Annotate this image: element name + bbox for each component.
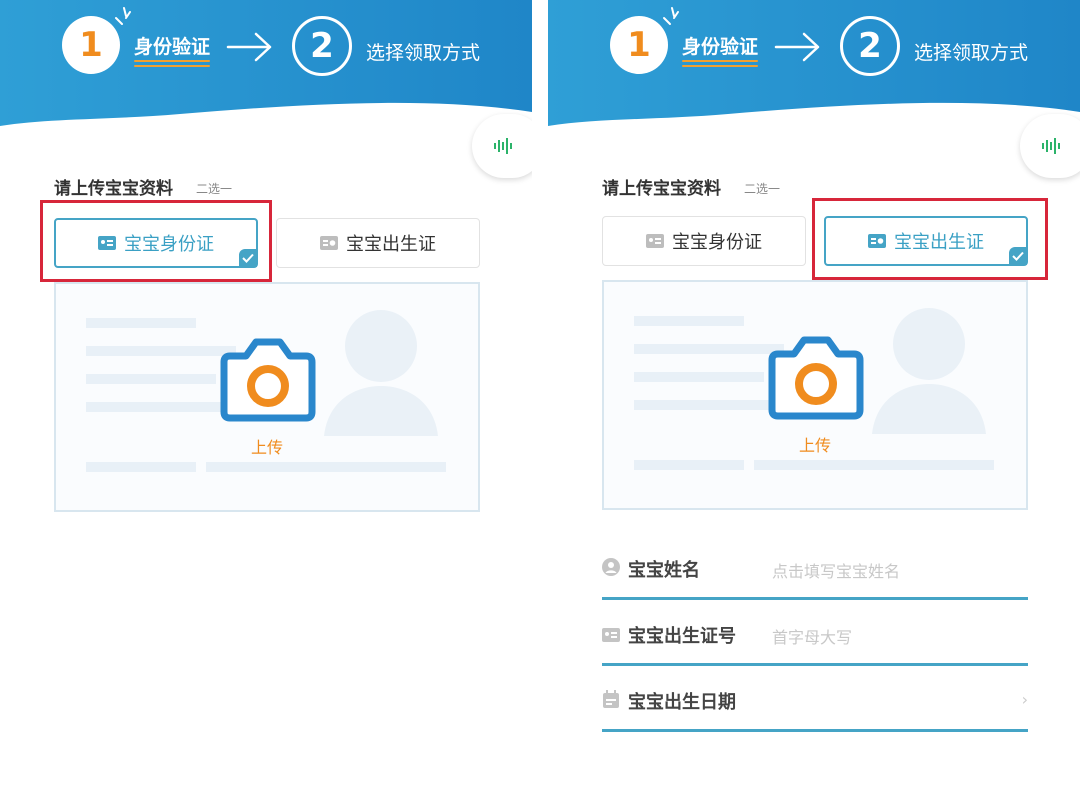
step1-label: 身份验证: [682, 36, 759, 58]
birth-cert-number-input[interactable]: 首字母大写: [772, 624, 852, 648]
step2-label: 选择领取方式: [914, 42, 1029, 64]
voice-wave-icon: [494, 138, 512, 154]
right-screen: 1 身份验证 2 选择领取方式 请上传宝宝资料 二选一 宝宝身份证 宝宝出生证 …: [548, 0, 1080, 809]
sparkle-icon: [663, 7, 679, 25]
upload-area[interactable]: 上传: [54, 282, 480, 512]
arrow-right-icon: [226, 32, 272, 62]
upload-section-title: 请上传宝宝资料: [602, 179, 721, 199]
person-icon: [602, 558, 620, 576]
baby-name-input[interactable]: 点击填写宝宝姓名: [772, 558, 900, 582]
input-underline: [602, 597, 1028, 600]
upload-label: 上传: [798, 436, 831, 455]
step-header: 1 身份验证 2 选择领取方式: [0, 0, 532, 150]
step2-number: 2: [840, 16, 900, 76]
step2-label: 选择领取方式: [366, 42, 481, 64]
voice-assistant-button[interactable]: [1020, 114, 1080, 178]
step-header: 1 身份验证 2 选择领取方式: [548, 0, 1080, 150]
input-underline: [602, 729, 1028, 732]
baby-name-row[interactable]: 宝宝姓名 点击填写宝宝姓名: [602, 544, 1028, 600]
upload-section-subtitle: 二选一: [196, 182, 233, 196]
birth-date-label: 宝宝出生日期: [628, 692, 736, 713]
input-underline: [602, 663, 1028, 666]
upload-section-subtitle: 二选一: [744, 182, 781, 196]
calendar-icon: [603, 690, 619, 708]
screen-divider: [532, 0, 548, 809]
tab-label: 宝宝出生证: [346, 234, 436, 255]
birth-date-row[interactable]: 宝宝出生日期 ›: [602, 676, 1028, 732]
tab-label: 宝宝身份证: [672, 232, 762, 253]
tab-baby-id-card[interactable]: 宝宝身份证: [602, 216, 806, 266]
upload-label: 上传: [250, 438, 283, 457]
camera-icon: [220, 338, 316, 422]
highlight-box: [812, 198, 1048, 280]
left-screen: 1 身份验证 2 选择领取方式 请上传宝宝资料 二选一 宝宝身份证 宝宝出生证 …: [0, 0, 532, 809]
camera-icon: [768, 336, 864, 420]
chevron-right-icon: ›: [1021, 690, 1028, 709]
step1-number: 1: [62, 16, 120, 74]
birth-cert-number-label: 宝宝出生证号: [628, 626, 736, 647]
upload-area[interactable]: 上传: [602, 280, 1028, 510]
birth-certificate-icon: [320, 236, 338, 250]
step1-label: 身份验证: [134, 36, 211, 58]
baby-name-label: 宝宝姓名: [628, 560, 700, 581]
highlight-box: [40, 200, 272, 282]
birth-cert-number-row[interactable]: 宝宝出生证号 首字母大写: [602, 610, 1028, 666]
voice-wave-icon: [1042, 138, 1060, 154]
step1-underline: [682, 60, 758, 68]
step2-number: 2: [292, 16, 352, 76]
step1-number: 1: [610, 16, 668, 74]
upload-section-title: 请上传宝宝资料: [54, 179, 173, 199]
step1-underline: [134, 60, 210, 68]
sparkle-icon: [115, 7, 131, 25]
voice-assistant-button[interactable]: [472, 114, 532, 178]
id-card-icon: [602, 628, 620, 642]
arrow-right-icon: [774, 32, 820, 62]
id-card-icon: [646, 234, 664, 248]
tab-baby-birth-certificate[interactable]: 宝宝出生证: [276, 218, 480, 268]
